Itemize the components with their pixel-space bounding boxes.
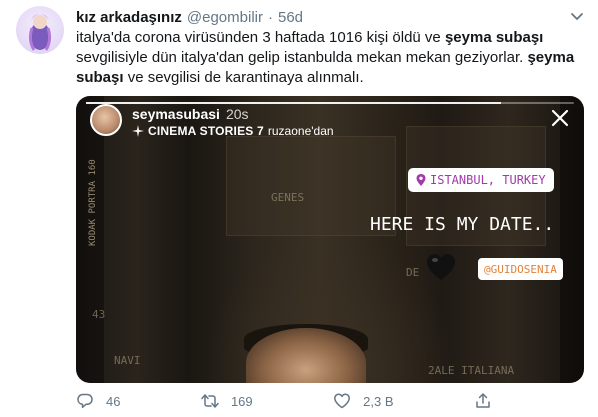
film-edge xyxy=(560,96,584,383)
heart-icon xyxy=(334,393,351,409)
reply-count: 46 xyxy=(106,393,121,409)
story-progress-fill xyxy=(86,102,501,104)
like-button[interactable]: 2,3 B xyxy=(333,392,394,410)
display-name[interactable]: kız arkadaşınız xyxy=(76,9,182,26)
tweet-header: kız arkadaşınız @egombilir · 56d xyxy=(76,7,303,27)
wall-text: GENES xyxy=(271,191,305,204)
retweet-count: 169 xyxy=(230,393,253,409)
share-button[interactable] xyxy=(474,392,504,410)
chevron-down-icon[interactable] xyxy=(568,8,586,26)
wall-text: 43 xyxy=(92,308,106,321)
location-sticker[interactable]: ISTANBUL, TURKEY xyxy=(408,168,554,192)
retweet-button[interactable]: 169 xyxy=(201,392,253,410)
close-icon[interactable] xyxy=(550,108,570,128)
story-avatar[interactable] xyxy=(90,104,122,136)
media-image[interactable]: KODAK PORTRA 160 GENES DE NAVI 2ALE ITAL… xyxy=(76,96,584,383)
tweet-actions: 46 169 2,3 B xyxy=(76,391,584,411)
location-text: ISTANBUL, TURKEY xyxy=(430,173,546,187)
tweet-text-part: sevgilisiyle dün italya'dan gelip istanb… xyxy=(76,49,528,66)
avatar[interactable] xyxy=(16,6,64,54)
story-effect-author: ruzaone'dan xyxy=(267,124,334,138)
black-heart-emoji xyxy=(426,253,456,281)
story-username[interactable]: seymasubasi xyxy=(132,106,220,122)
mention-sticker[interactable]: @GUIDOSENIA xyxy=(478,258,563,280)
user-handle[interactable]: @egombilir xyxy=(187,9,263,26)
separator-dot: · xyxy=(267,8,273,26)
story-subtitle: CINEMA STORIES 7 ruzaone'dan xyxy=(132,124,334,138)
story-time: 20s xyxy=(225,106,249,122)
story-caption: HERE IS MY DATE.. xyxy=(370,214,555,235)
tweet-text-part: ve sevgilisi de karantinaya alınmalı. xyxy=(123,69,364,86)
tweet-text-part: italya'da corona virüsünden 3 haftada 10… xyxy=(76,29,445,46)
share-icon xyxy=(476,393,490,408)
like-count: 2,3 B xyxy=(363,393,394,409)
reply-button[interactable]: 46 xyxy=(76,392,120,410)
tweet[interactable]: kız arkadaşınız @egombilir · 56d italya'… xyxy=(0,0,598,417)
wall-text: DE xyxy=(406,266,420,279)
mention-name: şeyma subaşı xyxy=(444,29,544,46)
tweet-time[interactable]: 56d xyxy=(278,9,303,26)
sparkle-icon xyxy=(132,125,144,137)
reply-icon xyxy=(77,393,93,409)
mention-text: @GUIDOSENIA xyxy=(484,262,557,276)
wall-text: NAVI xyxy=(114,354,141,367)
retweet-icon xyxy=(201,394,219,408)
tweet-text: italya'da corona virüsünden 3 haftada 10… xyxy=(76,28,576,88)
story-effect-name: CINEMA STORIES 7 xyxy=(148,124,264,138)
story-progress-bar xyxy=(86,102,574,104)
story-user-line: seymasubasi 20s xyxy=(132,106,249,122)
wall-text: 2ALE ITALIANA xyxy=(428,364,515,377)
film-edge-text: KODAK PORTRA 160 xyxy=(88,159,98,246)
location-pin-icon xyxy=(416,174,426,186)
